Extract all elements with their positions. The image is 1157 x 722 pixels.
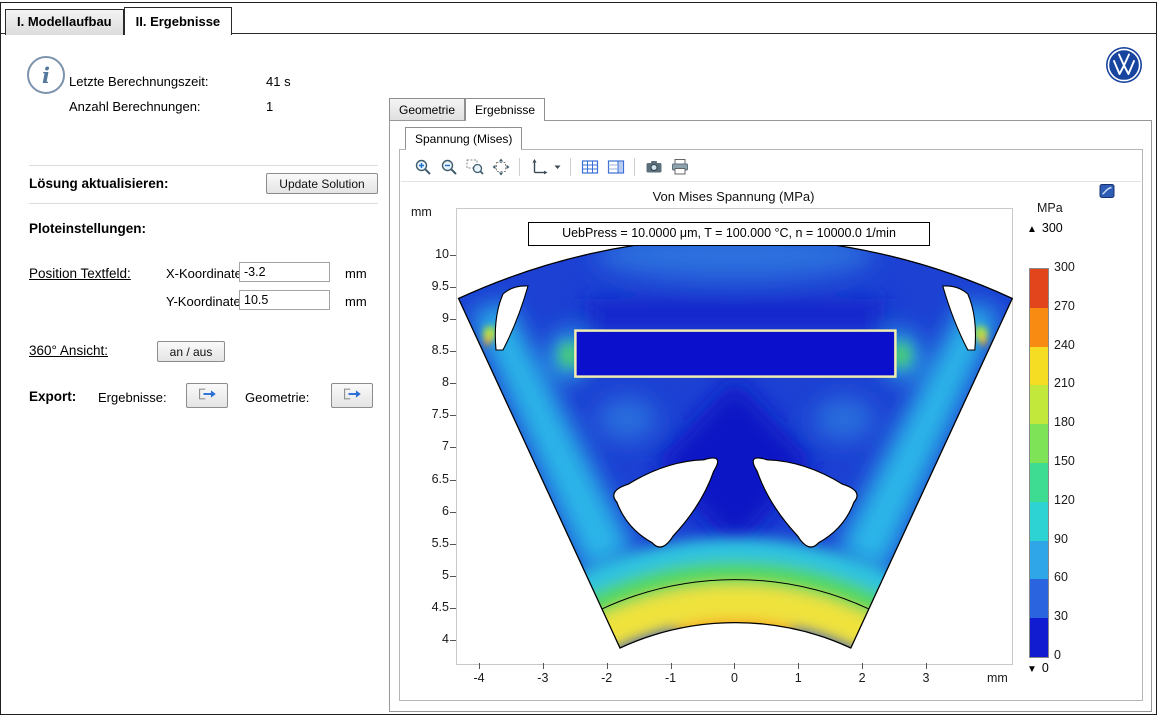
tab-ergebnisse[interactable]: II. Ergebnisse (124, 7, 233, 35)
x-coordinate-label: X-Koordinate: (166, 266, 246, 281)
toolbar-separator (570, 158, 571, 176)
export-results-button[interactable] (186, 383, 228, 408)
magnet (575, 331, 895, 377)
y-coordinate-label: Y-Koordinate: (166, 294, 244, 309)
triangle-down-icon: ▼ (1027, 664, 1037, 675)
x-coordinate-unit: mm (345, 266, 367, 281)
colorbar-min-value: 0 (1042, 661, 1049, 675)
go-to-view-icon (530, 158, 548, 176)
export-results-label: Ergebnisse: (98, 390, 167, 405)
computation-count-value: 1 (266, 99, 273, 114)
plot-window-icon[interactable] (1099, 183, 1115, 199)
y-coordinate-unit: mm (345, 294, 367, 309)
toolbar-table-button[interactable] (578, 156, 601, 179)
x-axis-unit: mm (987, 671, 1008, 685)
colorbar-segment (1030, 618, 1048, 657)
main-tab-strip: I. Modellaufbau II. Ergebnisse (5, 7, 232, 35)
zoom-extents-icon (492, 158, 510, 176)
toolbar-snapshot-button[interactable] (642, 156, 665, 179)
toolbar-zoom-in-button[interactable] (411, 156, 434, 179)
plot-canvas[interactable]: UebPress = 10.0000 μm, T = 100.000 °C, n… (456, 208, 1013, 665)
colorbar-segment (1030, 308, 1048, 347)
section-divider (29, 203, 378, 204)
export-geometry-button[interactable] (331, 383, 373, 408)
export-geometry-label: Geometrie: (245, 390, 309, 405)
info-icon (27, 56, 65, 94)
position-textfield-label: Position Textfeld: (29, 266, 131, 281)
view-360-toggle-button[interactable]: an / aus (157, 341, 225, 362)
computation-time-value: 41 s (266, 74, 291, 89)
colorbar-segment (1030, 463, 1048, 502)
table-icon (581, 158, 599, 176)
zoom-out-icon (440, 158, 458, 176)
legend-icon (607, 158, 625, 176)
colorbar-max-marker: ▲ 300 (1027, 221, 1063, 235)
colorbar-segment (1030, 347, 1048, 386)
toolbar-legend-button[interactable] (604, 156, 627, 179)
toolbar-separator (519, 158, 520, 176)
plot-tab-strip: Spannung (Mises) (405, 127, 522, 149)
y-axis-unit: mm (411, 205, 432, 219)
colorbar-segment (1030, 424, 1048, 463)
snapshot-icon (645, 158, 663, 176)
tab-spannung-mises[interactable]: Spannung (Mises) (405, 127, 522, 149)
y-coordinate-input[interactable] (239, 290, 330, 310)
colorbar-segment (1030, 385, 1048, 424)
plot-settings-heading: Ploteinstellungen: (29, 221, 146, 236)
plot-annotation: UebPress = 10.0000 μm, T = 100.000 °C, n… (528, 222, 930, 246)
toolbar-zoom-out-button[interactable] (437, 156, 460, 179)
export-icon (341, 390, 363, 404)
colorbar-min-marker: ▼0 (1027, 661, 1049, 675)
toolbar-separator (634, 158, 635, 176)
update-solution-label: Lösung aktualisieren: (29, 176, 169, 191)
computation-time-label: Letzte Berechnungszeit: (69, 74, 208, 89)
plot-toolbar (411, 154, 691, 180)
tab-ergebnisse-view[interactable]: Ergebnisse (465, 98, 545, 120)
colorbar-segment (1030, 541, 1048, 580)
tab-modellaufbau[interactable]: I. Modellaufbau (5, 9, 124, 35)
export-heading: Export: (29, 389, 76, 404)
go-to-view-caret[interactable] (553, 156, 563, 179)
toolbar-print-button[interactable] (668, 156, 691, 179)
plot-title: Von Mises Spannung (MPa) (456, 189, 1011, 204)
triangle-up-icon: ▲ (1027, 224, 1037, 235)
toolbar-divider (401, 181, 1141, 182)
section-divider (29, 165, 378, 166)
toolbar-go-to-view-button[interactable] (527, 156, 550, 179)
view-360-label: 360° Ansicht: (29, 343, 108, 358)
toolbar-zoom-extents-button[interactable] (489, 156, 512, 179)
stress-surface-plot (457, 209, 1012, 664)
stress-field (387, 219, 1083, 722)
export-icon (196, 390, 218, 404)
zoom-in-icon (414, 158, 432, 176)
colorbar-segment (1030, 579, 1048, 618)
view-tab-strip: Geometrie Ergebnisse (389, 98, 545, 120)
toolbar-zoom-box-button[interactable] (463, 156, 486, 179)
vw-logo (1105, 46, 1143, 84)
colorbar-unit: MPa (1037, 201, 1063, 215)
app-window: I. Modellaufbau II. Ergebnisse Letzte Be… (0, 2, 1157, 715)
tab-geometrie[interactable]: Geometrie (389, 98, 465, 120)
colorbar-max-value: 300 (1042, 221, 1063, 235)
zoom-box-icon (466, 158, 484, 176)
x-coordinate-input[interactable] (239, 262, 330, 282)
colorbar (1029, 268, 1049, 658)
update-solution-button[interactable]: Update Solution (266, 173, 378, 194)
computation-count-label: Anzahl Berechnungen: (69, 99, 201, 114)
print-icon (671, 158, 689, 176)
colorbar-segment (1030, 269, 1048, 308)
colorbar-segment (1030, 502, 1048, 541)
